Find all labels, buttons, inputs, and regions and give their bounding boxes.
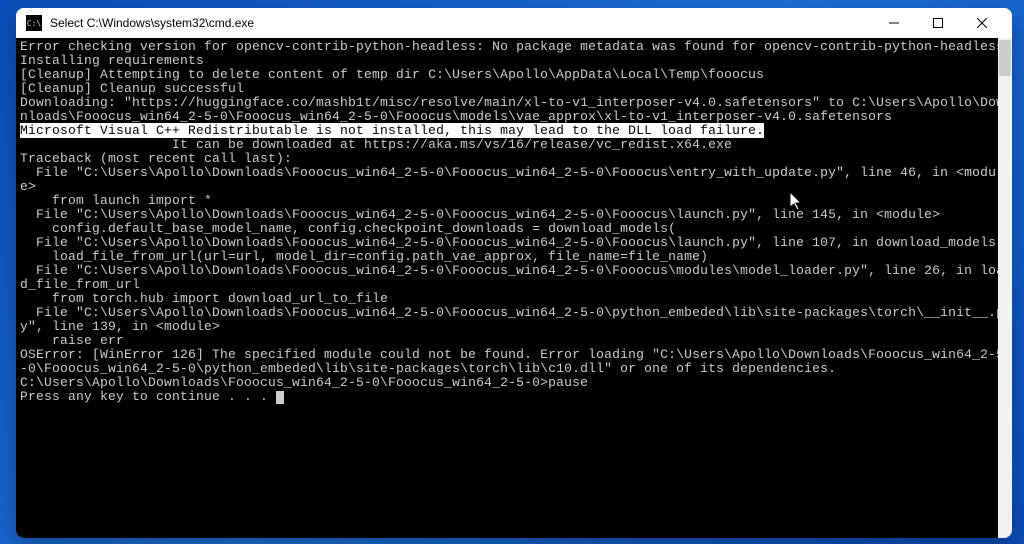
cmd-window: C:\ Select C:\Windows\system32\cmd.exe E…: [16, 8, 1012, 538]
console-line: load_file_from_url(url=url, model_dir=co…: [20, 250, 1008, 264]
console-line: File "C:\Users\Apollo\Downloads\Fooocus_…: [20, 306, 1008, 334]
console-line: raise err: [20, 334, 1008, 348]
scroll-thumb[interactable]: [999, 40, 1011, 76]
console-line: Traceback (most recent call last):: [20, 152, 1008, 166]
console-line: [Cleanup] Attempting to delete content o…: [20, 68, 1008, 82]
console-line: OSError: [WinError 126] The specified mo…: [20, 348, 1008, 376]
console-line: Microsoft Visual C++ Redistributable is …: [20, 124, 1008, 138]
console-line: File "C:\Users\Apollo\Downloads\Fooocus_…: [20, 208, 1008, 222]
console-line: Press any key to continue . . .: [20, 390, 1008, 404]
terminal-cursor: [276, 391, 284, 404]
console-line: C:\Users\Apollo\Downloads\Fooocus_win64_…: [20, 376, 1008, 390]
console-line: File "C:\Users\Apollo\Downloads\Fooocus_…: [20, 166, 1008, 194]
console-line: [Cleanup] Cleanup successful: [20, 82, 1008, 96]
console-line: File "C:\Users\Apollo\Downloads\Fooocus_…: [20, 264, 1008, 292]
titlebar[interactable]: C:\ Select C:\Windows\system32\cmd.exe: [16, 8, 1012, 38]
console-line: Installing requirements: [20, 54, 1008, 68]
console-line: config.default_base_model_name, config.c…: [20, 222, 1008, 236]
maximize-button[interactable]: [916, 9, 960, 37]
window-controls: [872, 9, 1004, 37]
console-line: It can be downloaded at https://aka.ms/v…: [20, 138, 1008, 152]
cmd-icon: C:\: [26, 15, 42, 31]
close-button[interactable]: [960, 9, 1004, 37]
console-line: Downloading: "https://huggingface.co/mas…: [20, 96, 1008, 124]
console-output[interactable]: Error checking version for opencv-contri…: [16, 38, 1012, 538]
console-line: Error checking version for opencv-contri…: [20, 40, 1008, 54]
window-title: Select C:\Windows\system32\cmd.exe: [50, 16, 872, 30]
console-line: from torch.hub import download_url_to_fi…: [20, 292, 1008, 306]
console-line: File "C:\Users\Apollo\Downloads\Fooocus_…: [20, 236, 1008, 250]
minimize-button[interactable]: [872, 9, 916, 37]
console-line: from launch import *: [20, 194, 1008, 208]
scrollbar[interactable]: [998, 38, 1012, 538]
